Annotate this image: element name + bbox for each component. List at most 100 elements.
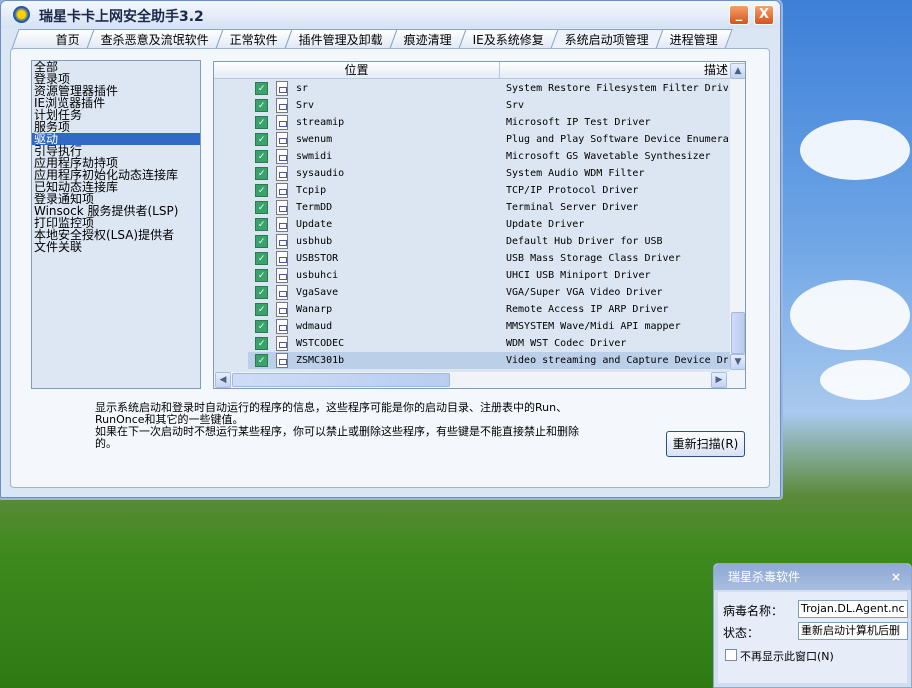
table-row[interactable]: ✓ VgaSave VGA/Super VGA Video Driver <box>214 284 730 301</box>
rescan-button[interactable]: 重新扫描(R) <box>666 431 745 457</box>
row-description: VGA/Super VGA Video Driver <box>506 287 663 298</box>
table-row[interactable]: ✓ sr System Restore Filesystem Filter Driv <box>214 80 730 97</box>
file-icon <box>276 166 288 181</box>
row-name: sr <box>296 83 309 94</box>
enabled-checkbox[interactable]: ✓ <box>255 320 268 333</box>
scroll-up-icon[interactable]: ▲ <box>730 63 745 79</box>
tab-label: 进程管理 <box>669 33 718 47</box>
row-description: System Restore Filesystem Filter Driv <box>506 83 728 94</box>
tab-bar: 首页 查杀恶意及流氓软件 正常软件 插件管理及卸载 痕迹清理 IE及系统修复 系统启动项管理… <box>11 29 733 49</box>
tab-label: 痕迹清理 <box>403 33 452 47</box>
category-item[interactable]: 文件关联 <box>32 241 200 253</box>
row-name: ZSMC301b <box>296 355 345 366</box>
table-row[interactable]: ✓ wdmaud MMSYSTEM Wave/Midi API mapper <box>214 318 730 335</box>
enabled-checkbox[interactable]: ✓ <box>255 82 268 95</box>
table-row[interactable]: ✓ Tcpip TCP/IP Protocol Driver <box>214 182 730 199</box>
scroll-left-icon[interactable]: ◀ <box>215 372 231 388</box>
dont-show-label[interactable]: 不再显示此窗口(N) <box>740 648 834 664</box>
category-list[interactable]: 全部 登录项 资源管理器插件 IE浏览器插件 计划任务 服务项 驱动 引导执行 应用程序劫持项应… <box>31 60 201 389</box>
tab-5[interactable]: IE及系统修复 <box>458 29 559 49</box>
file-icon <box>276 217 288 232</box>
table-row[interactable]: ✓ swmidi Microsoft GS Wavetable Synthesize… <box>214 148 730 165</box>
tab-label: 插件管理及卸载 <box>298 33 383 47</box>
enabled-checkbox[interactable]: ✓ <box>255 218 268 231</box>
row-description: Srv <box>506 100 525 111</box>
popup-close-icon[interactable]: × <box>891 564 901 590</box>
tab-0[interactable]: 首页 <box>11 29 95 49</box>
enabled-checkbox[interactable]: ✓ <box>255 201 268 214</box>
enabled-checkbox[interactable]: ✓ <box>255 337 268 350</box>
tab-label: 正常软件 <box>229 33 278 47</box>
enabled-checkbox[interactable]: ✓ <box>255 116 268 129</box>
table-row[interactable]: ✓ TermDD Terminal Server Driver <box>214 199 730 216</box>
row-description: MMSYSTEM Wave/Midi API mapper <box>506 321 681 332</box>
file-icon <box>276 251 288 266</box>
row-description: Microsoft IP Test Driver <box>506 117 651 128</box>
enabled-checkbox[interactable]: ✓ <box>255 150 268 163</box>
table-row[interactable]: ✓ USBSTOR USB Mass Storage Class Driver <box>214 250 730 267</box>
row-name: usbhub <box>296 236 333 247</box>
close-button[interactable]: X <box>754 5 774 25</box>
table-row[interactable]: ✓ Srv Srv <box>214 97 730 114</box>
minimize-button[interactable]: _ <box>729 5 749 25</box>
file-icon <box>276 336 288 351</box>
scroll-down-icon[interactable]: ▼ <box>730 354 745 370</box>
vertical-scroll-thumb[interactable] <box>731 312 745 354</box>
file-icon <box>276 81 288 96</box>
row-name: swenum <box>296 134 333 145</box>
vertical-scrollbar[interactable]: ▲ ▼ <box>730 62 745 372</box>
window-title: 瑞星卡卡上网安全助手3.2 <box>39 9 204 25</box>
table-row[interactable]: ✓ ZSMC301b Video streaming and Capture Dev… <box>248 352 730 369</box>
status-field[interactable]: 重新启动计算机后删 <box>798 622 908 640</box>
description-line: 如果在下一次启动时不想运行某些程序，你可以禁止或删除这些程序，有些键是不能直接禁… <box>95 425 579 438</box>
file-icon <box>276 353 288 368</box>
tab-1[interactable]: 查杀恶意及流氓软件 <box>86 29 224 49</box>
tab-7[interactable]: 进程管理 <box>655 29 733 49</box>
horizontal-scroll-thumb[interactable] <box>232 373 450 387</box>
enabled-checkbox[interactable]: ✓ <box>255 184 268 197</box>
table-row[interactable]: ✓ usbuhci UHCI USB Miniport Driver <box>214 267 730 284</box>
row-name: wdmaud <box>296 321 333 332</box>
row-description: Video streaming and Capture Device Dr <box>506 355 728 366</box>
tab-3[interactable]: 插件管理及卸载 <box>284 29 398 49</box>
table-row[interactable]: ✓ swenum Plug and Play Software Device Enu… <box>214 131 730 148</box>
row-name: Update <box>296 219 333 230</box>
table-row[interactable]: ✓ streamip Microsoft IP Test Driver <box>214 114 730 131</box>
column-description[interactable]: 描述 <box>501 62 730 79</box>
enabled-checkbox[interactable]: ✓ <box>255 252 268 265</box>
scroll-right-icon[interactable]: ▶ <box>711 372 727 388</box>
table-row[interactable]: ✓ Wanarp Remote Access IP ARP Driver <box>214 301 730 318</box>
enabled-checkbox[interactable]: ✓ <box>255 303 268 316</box>
virus-name-label: 病毒名称： <box>723 604 784 618</box>
enabled-checkbox[interactable]: ✓ <box>255 354 268 367</box>
table-row[interactable]: ✓ WSTCODEC WDM WST Codec Driver <box>214 335 730 352</box>
horizontal-scrollbar[interactable]: ◀ ▶ <box>214 372 745 388</box>
tab-2[interactable]: 正常软件 <box>215 29 293 49</box>
file-icon <box>276 319 288 334</box>
column-location[interactable]: 位置 <box>214 62 500 79</box>
startup-table: 位置 描述 ✓ sr System Restore Filesystem Filte… <box>213 61 746 389</box>
tab-6[interactable]: 系统启动项管理 <box>550 29 664 49</box>
row-name: swmidi <box>296 151 333 162</box>
row-description: Remote Access IP ARP Driver <box>506 304 669 315</box>
file-icon <box>276 200 288 215</box>
table-row[interactable]: ✓ Update Update Driver <box>214 216 730 233</box>
file-icon <box>276 183 288 198</box>
enabled-checkbox[interactable]: ✓ <box>255 269 268 282</box>
enabled-checkbox[interactable]: ✓ <box>255 286 268 299</box>
popup-title-bar: 瑞星杀毒软件 × <box>714 564 911 590</box>
table-row[interactable]: ✓ sysaudio System Audio WDM Filter <box>214 165 730 182</box>
file-icon <box>276 132 288 147</box>
tab-label: IE及系统修复 <box>472 33 544 47</box>
enabled-checkbox[interactable]: ✓ <box>255 167 268 180</box>
tab-label: 查杀恶意及流氓软件 <box>100 33 209 47</box>
enabled-checkbox[interactable]: ✓ <box>255 235 268 248</box>
title-bar[interactable]: 瑞星卡卡上网安全助手3.2 _ X <box>1 1 780 28</box>
virus-name-field[interactable]: Trojan.DL.Agent.nc <box>798 600 908 618</box>
enabled-checkbox[interactable]: ✓ <box>255 133 268 146</box>
row-description: System Audio WDM Filter <box>506 168 645 179</box>
tab-4[interactable]: 痕迹清理 <box>389 29 467 49</box>
dont-show-checkbox[interactable] <box>725 649 737 661</box>
table-row[interactable]: ✓ usbhub Default Hub Driver for USB <box>214 233 730 250</box>
enabled-checkbox[interactable]: ✓ <box>255 99 268 112</box>
